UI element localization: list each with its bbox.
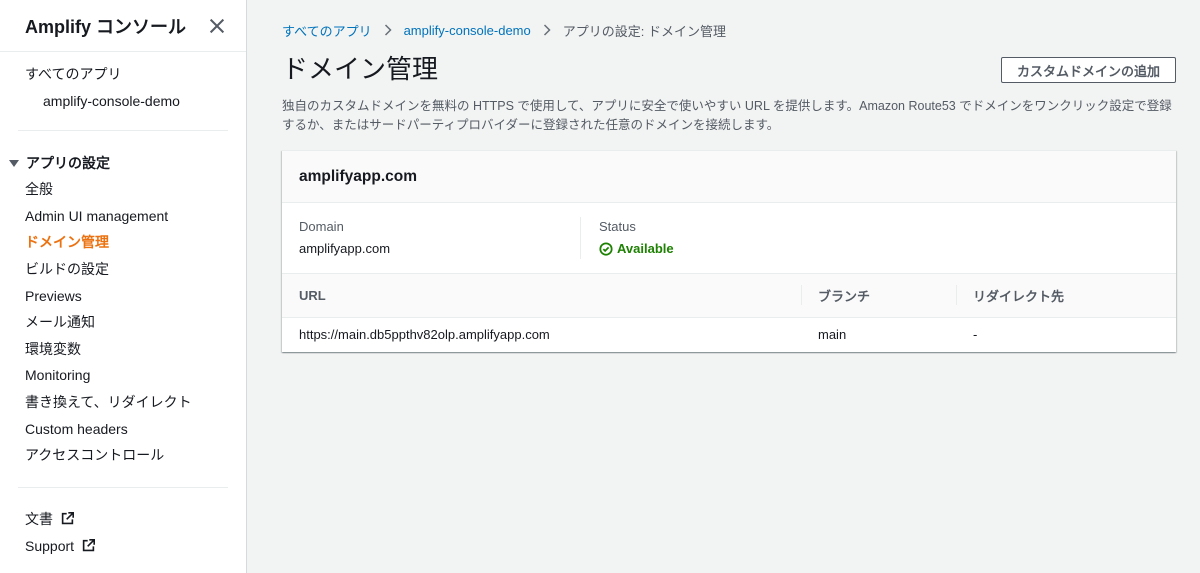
domain-card: amplifyapp.com Domain amplifyapp.com Sta… <box>282 150 1176 352</box>
add-custom-domain-button[interactable]: カスタムドメインの追加 <box>1000 57 1176 83</box>
sidebar-item-label: 文書 <box>25 510 53 527</box>
status-badge: Available <box>599 241 674 257</box>
chevron-right-icon <box>384 24 392 36</box>
sidebar-group-app-settings[interactable]: アプリの設定 <box>9 150 221 176</box>
sidebar-item-monitoring[interactable]: Monitoring <box>25 362 221 389</box>
check-circle-icon <box>599 242 613 256</box>
sidebar-group-label: アプリの設定 <box>26 155 110 172</box>
sidebar-title: Amplify コンソール <box>25 16 187 37</box>
sidebar-item-support[interactable]: Support <box>25 533 221 561</box>
sidebar-item-email-notifications[interactable]: メール通知 <box>25 309 221 336</box>
table-header-row: URL ブランチ リダイレクト先 <box>282 274 1176 318</box>
cell-branch: main <box>818 327 847 343</box>
sidebar-settings-section: アプリの設定 全般 Admin UI management ドメイン管理 ビルド… <box>0 131 246 487</box>
sidebar-item-environment-variables[interactable]: 環境変数 <box>25 336 221 363</box>
column-header-redirect: リダイレクト先 <box>956 274 1176 318</box>
page-title: ドメイン管理 <box>282 54 439 84</box>
sidebar-item-custom-headers[interactable]: Custom headers <box>25 416 221 443</box>
domain-details: Domain amplifyapp.com Status Available <box>282 203 1176 274</box>
breadcrumb: すべてのアプリ amplify-console-demo アプリの設定: ドメイ… <box>282 21 1176 40</box>
page-description: 独自のカスタムドメインを無料の HTTPS で使用して、アプリに安全で使いやすい… <box>282 99 1172 132</box>
status-label: Status <box>599 219 636 234</box>
sidebar-apps-section: すべてのアプリ amplify-console-demo <box>0 52 246 130</box>
main-content: すべてのアプリ amplify-console-demo アプリの設定: ドメイ… <box>282 0 1176 352</box>
domain-detail: Domain amplifyapp.com <box>299 217 581 259</box>
column-header-label: ブランチ <box>818 288 871 304</box>
cell-url: https://main.db5ppthv82olp.amplifyapp.co… <box>299 327 550 343</box>
sidebar-item-previews[interactable]: Previews <box>25 283 221 310</box>
close-icon[interactable] <box>209 18 225 34</box>
cell-redirect: - <box>973 327 978 343</box>
sidebar-item-app[interactable]: amplify-console-demo <box>25 88 221 115</box>
breadcrumb-all-apps[interactable]: すべてのアプリ <box>282 21 372 40</box>
sidebar-item-admin-ui[interactable]: Admin UI management <box>25 203 221 230</box>
sidebar-item-docs[interactable]: 文書 <box>25 506 221 534</box>
column-header-label: リダイレクト先 <box>973 288 1065 304</box>
column-divider <box>801 285 802 305</box>
external-link-icon <box>61 507 74 534</box>
sidebar-item-label: Support <box>25 538 75 555</box>
subdomain-table: URL ブランチ リダイレクト先 https://main.db5ppthv82… <box>282 274 1176 352</box>
sidebar-item-all-apps[interactable]: すべてのアプリ <box>25 61 221 88</box>
domain-value: amplifyapp.com <box>299 241 391 256</box>
page-header: ドメイン管理 カスタムドメインの追加 <box>282 53 1176 85</box>
domain-card-header: amplifyapp.com <box>282 151 1176 203</box>
external-link-icon <box>82 534 96 561</box>
sidebar-item-domain-management[interactable]: ドメイン管理 <box>25 229 221 256</box>
status-value: Available <box>617 241 674 256</box>
sidebar-header: Amplify コンソール <box>0 0 246 52</box>
caret-down-icon <box>9 159 19 167</box>
chevron-right-icon <box>543 24 551 36</box>
table-row: https://main.db5ppthv82olp.amplifyapp.co… <box>282 317 1176 352</box>
sidebar-item-access-control[interactable]: アクセスコントロール <box>25 442 221 469</box>
column-header-url: URL <box>282 274 801 318</box>
sidebar-item-build-settings[interactable]: ビルドの設定 <box>25 256 221 283</box>
breadcrumb-app[interactable]: amplify-console-demo <box>404 23 531 38</box>
column-divider <box>956 285 957 305</box>
status-detail: Status Available <box>581 217 674 259</box>
sidebar-item-rewrites-redirects[interactable]: 書き換えて、リダイレクト <box>25 389 221 416</box>
domain-card-title: amplifyapp.com <box>299 167 417 185</box>
sidebar-item-general[interactable]: 全般 <box>25 176 221 203</box>
column-header-branch: ブランチ <box>801 274 956 318</box>
breadcrumb-current: アプリの設定: ドメイン管理 <box>562 23 726 39</box>
domain-label: Domain <box>299 219 344 234</box>
sidebar-footer-section: 文書 Support <box>0 488 246 561</box>
side-navigation: Amplify コンソール すべてのアプリ amplify-console-de… <box>0 0 247 573</box>
